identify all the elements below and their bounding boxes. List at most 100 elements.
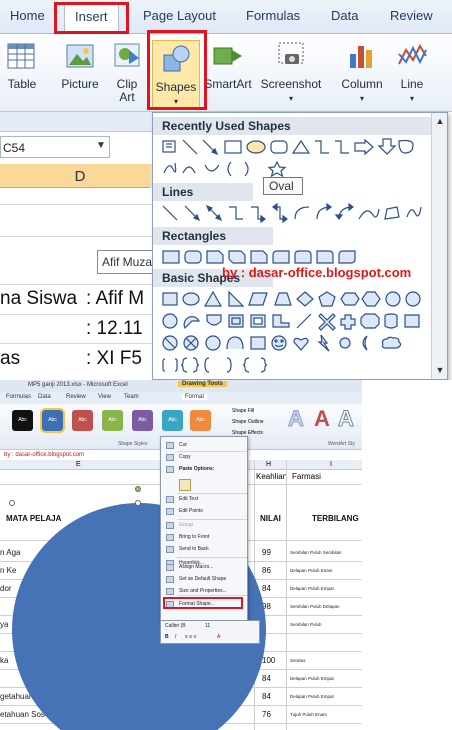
nilai-cell[interactable]: 84 xyxy=(262,692,271,701)
bring-to-front-item[interactable]: Bring to Front xyxy=(179,534,209,540)
subject-cell[interactable]: ka xyxy=(0,656,8,665)
lines-icons[interactable] xyxy=(161,203,431,223)
recent-shapes-icons[interactable] xyxy=(161,137,431,157)
nilai-cell[interactable]: 86 xyxy=(262,566,271,575)
tab-format[interactable]: Format xyxy=(182,394,208,400)
line-chart-icon xyxy=(398,43,427,65)
subject-cell[interactable]: n Ke xyxy=(0,566,16,575)
nilai-cell[interactable]: 99 xyxy=(262,548,271,557)
shape-style-button[interactable]: Abc xyxy=(190,410,211,431)
tab-review[interactable]: Review xyxy=(66,394,86,400)
subject-cell[interactable]: dor xyxy=(0,584,12,593)
clip-art-button[interactable]: Clip Art xyxy=(110,40,144,104)
nilai-cell[interactable]: 100 xyxy=(262,656,275,665)
value-name: : Afif M xyxy=(86,288,145,309)
bold-icon[interactable]: B xyxy=(165,634,169,640)
gallery-scrollbar[interactable]: ▲ ▼ xyxy=(431,113,447,379)
italic-icon[interactable]: I xyxy=(175,634,176,640)
basic-shapes-icons-4[interactable] xyxy=(161,355,301,375)
shape-style-button[interactable]: Abc xyxy=(102,410,123,431)
font-size-box[interactable]: 11 xyxy=(205,623,210,629)
subject-cell[interactable]: ya xyxy=(0,620,8,629)
recent-shapes-icons-2[interactable] xyxy=(161,159,301,179)
tab-review[interactable]: Review xyxy=(390,8,433,23)
shape-style-button[interactable]: Abc xyxy=(162,410,183,431)
rectangles-icons[interactable] xyxy=(161,247,431,267)
line-chart-button[interactable]: Line ▾ xyxy=(394,40,430,105)
shape-style-button[interactable]: Abc xyxy=(132,410,153,431)
wordart-style-a1[interactable]: A xyxy=(288,406,305,432)
font-color-icon[interactable]: A xyxy=(217,634,220,640)
terbilang-cell[interactable]: Sembilan Puluh xyxy=(290,622,322,627)
terbilang-cell[interactable]: Delapan Puluh Enam xyxy=(290,568,333,573)
paste-icon[interactable] xyxy=(179,479,191,491)
cut-item[interactable]: Cut xyxy=(179,442,187,448)
smartart-button[interactable]: SmartArt xyxy=(203,40,253,91)
column-header-h[interactable]: H xyxy=(266,461,271,468)
screenshot-button[interactable]: Screenshot ▾ xyxy=(256,40,326,105)
wordart-style-a2[interactable]: A xyxy=(314,406,330,432)
excel-insert-shapes-panel: Home Insert Page Layout Formulas Data Re… xyxy=(0,0,452,380)
basic-shapes-icons-2[interactable] xyxy=(161,311,431,331)
recently-used-title: Recently Used Shapes xyxy=(153,117,433,135)
terbilang-cell[interactable]: Delapan Puluh Empat xyxy=(290,694,334,699)
paste-options-item[interactable]: Paste Options: xyxy=(179,466,214,472)
column-header-i[interactable]: I xyxy=(330,461,332,468)
chevron-down-icon[interactable]: ▼ xyxy=(96,140,106,151)
terbilang-cell[interactable]: Sembilan Puluh Delapan xyxy=(290,604,340,609)
shape-style-button[interactable]: Abc xyxy=(40,408,65,433)
terbilang-cell[interactable]: Seratus xyxy=(290,658,306,663)
shape-style-button[interactable]: Abc xyxy=(12,410,33,431)
tab-team[interactable]: Team xyxy=(124,394,139,400)
send-to-back-item[interactable]: Send to Back xyxy=(179,546,209,552)
size-properties-item[interactable]: Size and Properties... xyxy=(179,588,227,594)
farmasi-label: Farmasi xyxy=(292,472,321,481)
terbilang-cell[interactable]: Delapan Puluh Empat xyxy=(290,586,334,591)
terbilang-cell[interactable]: Tujuh Puluh Enam xyxy=(290,712,327,717)
tab-view[interactable]: View xyxy=(98,394,111,400)
tab-formulas[interactable]: Formulas xyxy=(6,394,31,400)
basic-shapes-icons-1[interactable] xyxy=(161,289,431,309)
tab-data[interactable]: Data xyxy=(331,8,358,23)
nilai-cell[interactable]: 84 xyxy=(262,584,271,593)
column-header-d[interactable]: D xyxy=(0,164,160,188)
assign-macro-item[interactable]: Assign Macro... xyxy=(179,564,213,570)
tab-formulas[interactable]: Formulas xyxy=(246,8,300,23)
shape-outline-button[interactable]: Shape Outline xyxy=(232,419,264,425)
column-label: Column xyxy=(341,77,383,91)
subject-cell[interactable]: n Aga xyxy=(0,548,20,557)
terbilang-cell[interactable]: Sembilan Puluh Sembilan xyxy=(290,550,342,555)
set-default-shape-item[interactable]: Set as Default Shape xyxy=(179,576,226,582)
rotate-handle[interactable] xyxy=(135,486,141,492)
font-name-box[interactable]: Calibri (B xyxy=(165,623,186,629)
selection-handle[interactable] xyxy=(135,500,141,506)
column-chart-button[interactable]: Column ▾ xyxy=(336,40,388,105)
bottom-tab-bar: Formulas Data Review View Team Format xyxy=(0,392,362,404)
nilai-cell[interactable]: 84 xyxy=(262,674,271,683)
wordart-style-a3[interactable]: A xyxy=(338,406,355,432)
group-item[interactable]: Group xyxy=(179,522,193,528)
basic-shapes-icons-3[interactable] xyxy=(161,333,431,353)
terbilang-cell[interactable]: Delapan Puluh Empat xyxy=(290,676,334,681)
nilai-cell[interactable]: 76 xyxy=(262,710,271,719)
menu-separator xyxy=(177,519,247,520)
column-header-e[interactable]: E xyxy=(76,461,81,468)
table-button[interactable]: Table xyxy=(4,40,40,91)
edit-text-item[interactable]: Edit Text xyxy=(179,496,198,502)
selection-handle[interactable] xyxy=(9,500,15,506)
subject-cell[interactable]: etahuan Sos xyxy=(0,710,45,719)
copy-item[interactable]: Copy xyxy=(179,454,191,460)
edit-points-item[interactable]: Edit Points xyxy=(179,508,203,514)
shape-style-button[interactable]: Abc xyxy=(72,410,93,431)
name-cell-preview[interactable]: Afif Muza xyxy=(97,250,155,274)
scroll-up-icon[interactable]: ▲ xyxy=(433,114,447,128)
name-box[interactable]: C54 xyxy=(0,136,110,158)
picture-button[interactable]: Picture xyxy=(58,40,102,91)
tab-data[interactable]: Data xyxy=(38,394,51,400)
tab-page-layout[interactable]: Page Layout xyxy=(143,8,216,23)
scroll-down-icon[interactable]: ▼ xyxy=(433,363,447,377)
tab-home[interactable]: Home xyxy=(10,8,45,23)
grid-line xyxy=(0,204,160,205)
align-icon[interactable]: ≡ ≡ ≡ xyxy=(185,634,197,640)
shape-fill-button[interactable]: Shape Fill xyxy=(232,408,254,414)
